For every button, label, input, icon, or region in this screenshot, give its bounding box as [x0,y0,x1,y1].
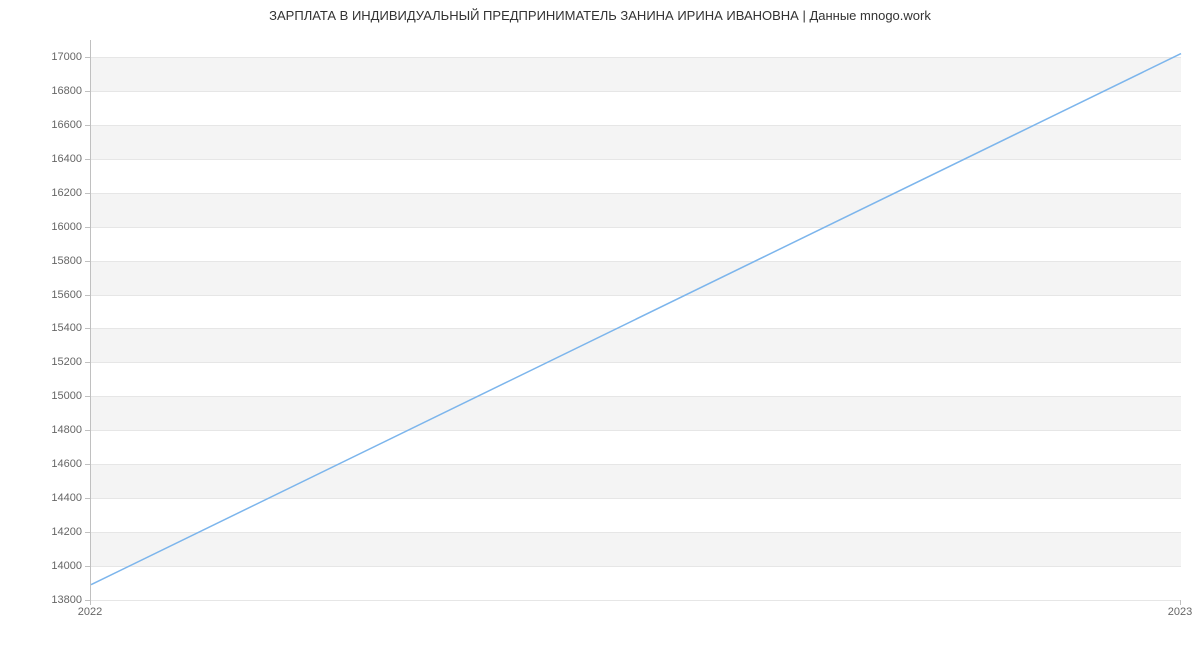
y-tick-label: 14200 [0,526,82,538]
y-tick-label: 15400 [0,322,82,334]
y-tick-label: 16600 [0,119,82,131]
y-tick-label: 16400 [0,153,82,165]
y-tick-label: 14600 [0,458,82,470]
grid-line-h [91,600,1181,601]
chart-container: ЗАРПЛАТА В ИНДИВИДУАЛЬНЫЙ ПРЕДПРИНИМАТЕЛ… [0,0,1200,650]
y-tick-label: 17000 [0,51,82,63]
chart-title: ЗАРПЛАТА В ИНДИВИДУАЛЬНЫЙ ПРЕДПРИНИМАТЕЛ… [0,8,1200,23]
plot-area [90,40,1181,601]
y-tick-label: 14800 [0,424,82,436]
y-tick-label: 16200 [0,187,82,199]
y-tick-label: 14400 [0,492,82,504]
y-tick-label: 13800 [0,594,82,606]
y-tick-label: 15000 [0,390,82,402]
series-line [91,40,1181,600]
y-tick-label: 15800 [0,255,82,267]
y-tick-label: 15600 [0,289,82,301]
x-tick-label: 2023 [1168,606,1192,618]
y-tick-label: 16000 [0,221,82,233]
y-tick-label: 16800 [0,85,82,97]
x-tick-label: 2022 [78,606,102,618]
y-tick-label: 15200 [0,356,82,368]
y-tick-label: 14000 [0,560,82,572]
